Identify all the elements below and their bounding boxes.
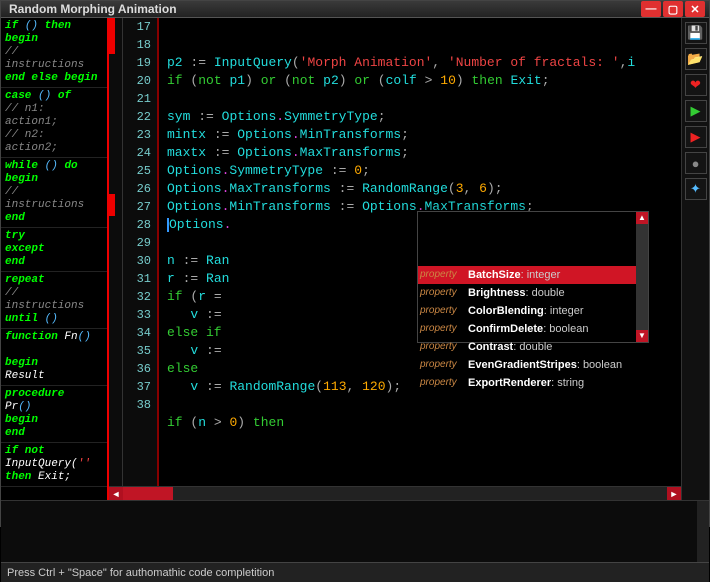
autocomplete-item[interactable]: property Brightness: double xyxy=(418,284,648,302)
snippet-item[interactable]: if notInputQuery('',then Exit; xyxy=(1,443,107,487)
line-number[interactable]: 28 xyxy=(123,216,151,234)
output-panel[interactable] xyxy=(1,500,709,562)
snippet-item[interactable]: tryexceptend; xyxy=(1,228,107,272)
line-number[interactable]: 25 xyxy=(123,162,151,180)
line-number[interactable]: 22 xyxy=(123,108,151,126)
scroll-thumb[interactable] xyxy=(123,487,173,501)
right-toolbar: 💾 📂 ❤ ▶ ▶ ● ✦ xyxy=(681,18,709,500)
snippet-item[interactable]: function Fn(): variabeginResult := xyxy=(1,329,107,386)
snippet-item[interactable]: while () do begin// instructionsend; xyxy=(1,158,107,228)
scroll-right-icon[interactable]: ► xyxy=(667,487,681,501)
code-line[interactable]: if (n > 0) then xyxy=(167,414,681,432)
line-number[interactable]: 26 xyxy=(123,180,151,198)
line-number[interactable]: 20 xyxy=(123,72,151,90)
code-editor[interactable]: 1718192021222324252627282930313233343536… xyxy=(109,18,681,486)
app-window: Random Morphing Animation — ▢ ✕ if () th… xyxy=(0,0,710,527)
breakpoint-marker[interactable] xyxy=(109,194,115,216)
line-number[interactable]: 33 xyxy=(123,306,151,324)
line-number[interactable]: 37 xyxy=(123,378,151,396)
close-button[interactable]: ✕ xyxy=(685,1,705,17)
code-line[interactable]: sym := Options.SymmetryType; xyxy=(167,108,681,126)
heart-icon[interactable]: ❤ xyxy=(685,74,707,96)
line-number[interactable]: 21 xyxy=(123,90,151,108)
line-number[interactable]: 32 xyxy=(123,288,151,306)
window-body: if () then begin// instructionsend else … xyxy=(1,18,709,582)
snippets-sidebar[interactable]: if () then begin// instructionsend else … xyxy=(1,18,109,500)
window-title: Random Morphing Animation xyxy=(5,2,639,16)
line-number[interactable]: 18 xyxy=(123,36,151,54)
code-line[interactable]: p2 := InputQuery('Morph Animation', 'Num… xyxy=(167,54,681,72)
upper-pane: if () then begin// instructionsend else … xyxy=(1,18,709,500)
code-line[interactable]: Options.SymmetryType := 0; xyxy=(167,162,681,180)
snippet-item[interactable]: case () of// n1: action1;// n2: action2; xyxy=(1,88,107,158)
autocomplete-item[interactable]: property EvenGradientStripes: boolean xyxy=(418,356,648,374)
run-icon[interactable]: ▶ xyxy=(685,100,707,122)
autocomplete-popup[interactable]: ▲ ▼ property BatchSize: integerproperty … xyxy=(417,211,649,343)
autocomplete-item[interactable]: property ColorBlending: integer xyxy=(418,302,648,320)
line-gutter[interactable]: 1718192021222324252627282930313233343536… xyxy=(123,18,159,486)
code-line[interactable] xyxy=(167,90,681,108)
line-number[interactable]: 34 xyxy=(123,324,151,342)
autocomplete-item[interactable]: property ConfirmDelete: boolean xyxy=(418,320,648,338)
snippet-item[interactable]: repeat// instructionsuntil (); xyxy=(1,272,107,329)
scroll-left-icon[interactable]: ◄ xyxy=(109,487,123,501)
autocomplete-item[interactable]: property ExportRenderer: string xyxy=(418,374,648,392)
scroll-track[interactable] xyxy=(123,487,667,501)
sparkle-icon[interactable]: ✦ xyxy=(685,178,707,200)
scroll-up-icon[interactable]: ▲ xyxy=(636,212,648,224)
stop-icon[interactable]: ● xyxy=(685,152,707,174)
open-icon[interactable]: 📂 xyxy=(685,48,707,70)
line-number[interactable]: 35 xyxy=(123,342,151,360)
line-number[interactable]: 17 xyxy=(123,18,151,36)
fold-ruler[interactable] xyxy=(109,18,123,486)
snippet-item[interactable]: procedure Pr();beginend; xyxy=(1,386,107,443)
autocomplete-item[interactable]: property Contrast: double xyxy=(418,338,648,356)
autocomplete-item[interactable]: property BatchSize: integer xyxy=(418,266,648,284)
code-line[interactable]: maxtx := Options.MaxTransforms; xyxy=(167,144,681,162)
minimize-button[interactable]: — xyxy=(641,1,661,17)
line-number[interactable]: 38 xyxy=(123,396,151,414)
titlebar[interactable]: Random Morphing Animation — ▢ ✕ xyxy=(1,1,709,18)
line-number[interactable]: 23 xyxy=(123,126,151,144)
scroll-down-icon[interactable]: ▼ xyxy=(636,330,648,342)
code-line[interactable]: mintx := Options.MinTransforms; xyxy=(167,126,681,144)
code-line[interactable] xyxy=(167,432,681,450)
maximize-button[interactable]: ▢ xyxy=(663,1,683,17)
code-line[interactable]: Options.MaxTransforms := RandomRange(3, … xyxy=(167,180,681,198)
code-line[interactable] xyxy=(167,396,681,414)
editor-area: 1718192021222324252627282930313233343536… xyxy=(109,18,681,500)
status-text: Press Ctrl + "Space" for authomathic cod… xyxy=(7,567,274,579)
save-icon[interactable]: 💾 xyxy=(685,22,707,44)
line-number[interactable]: 19 xyxy=(123,54,151,72)
line-number[interactable]: 31 xyxy=(123,270,151,288)
line-number[interactable]: 30 xyxy=(123,252,151,270)
editor-hscrollbar[interactable]: ◄ ► xyxy=(109,486,681,500)
line-number[interactable]: 36 xyxy=(123,360,151,378)
line-number[interactable]: 24 xyxy=(123,144,151,162)
statusbar: Press Ctrl + "Space" for authomathic cod… xyxy=(1,562,709,582)
code-view[interactable]: p2 := InputQuery('Morph Animation', 'Num… xyxy=(159,18,681,486)
line-number[interactable]: 27 xyxy=(123,198,151,216)
breakpoint-marker[interactable] xyxy=(109,18,115,54)
code-line[interactable]: if (not p1) or (not p2) or (colf > 10) t… xyxy=(167,72,681,90)
autocomplete-scrollbar[interactable]: ▲ ▼ xyxy=(636,212,648,342)
output-scrollbar[interactable] xyxy=(697,501,709,562)
line-number[interactable]: 29 xyxy=(123,234,151,252)
record-icon[interactable]: ▶ xyxy=(685,126,707,148)
snippet-item[interactable]: if () then begin// instructionsend else … xyxy=(1,18,107,88)
